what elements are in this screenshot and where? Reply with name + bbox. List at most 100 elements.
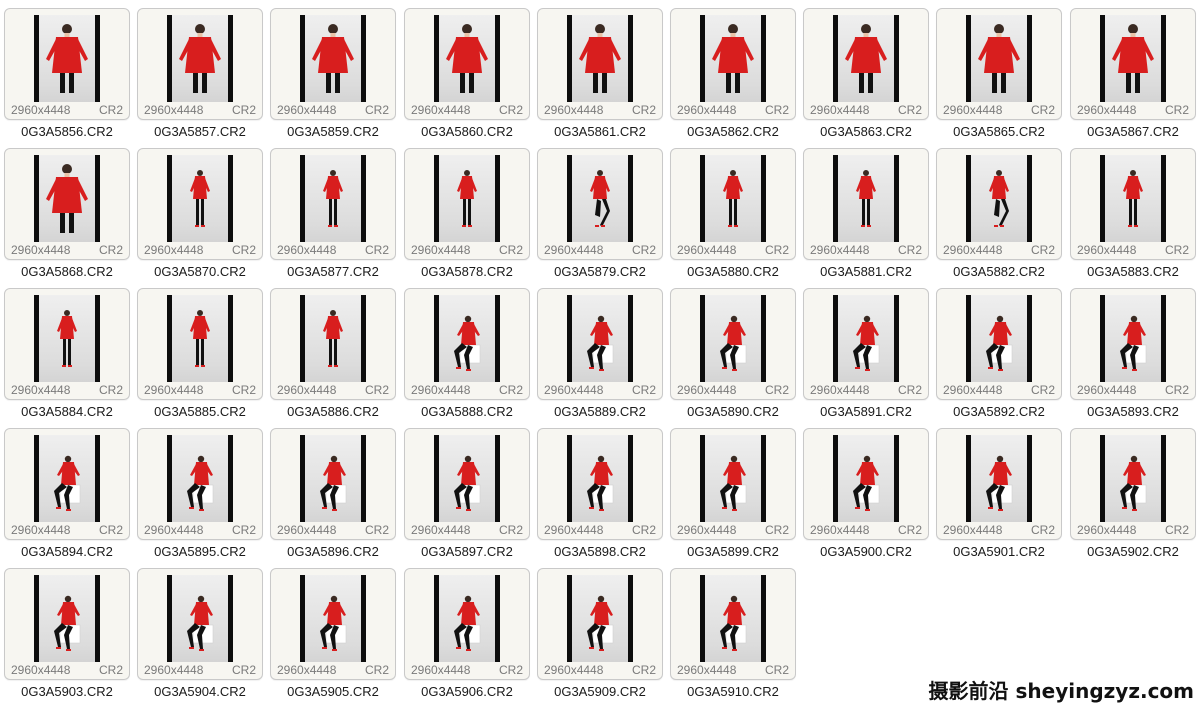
file-item[interactable]: 2960x4448 CR2 0G3A5885.CR2: [137, 288, 263, 428]
thumbnail-card[interactable]: 2960x4448 CR2: [803, 428, 929, 540]
file-item[interactable]: 2960x4448 CR2 0G3A5880.CR2: [670, 148, 796, 288]
thumbnail-card[interactable]: 2960x4448 CR2: [936, 428, 1062, 540]
thumbnail-card[interactable]: 2960x4448 CR2: [670, 148, 796, 260]
file-item[interactable]: 2960x4448 CR2 0G3A5899.CR2: [670, 428, 796, 568]
file-item[interactable]: 2960x4448 CR2 0G3A5863.CR2: [803, 8, 929, 148]
thumbnail-card[interactable]: 2960x4448 CR2: [1070, 8, 1196, 120]
thumbnail-card[interactable]: 2960x4448 CR2: [670, 8, 796, 120]
file-item[interactable]: 2960x4448 CR2 0G3A5870.CR2: [137, 148, 263, 288]
file-item[interactable]: 2960x4448 CR2 0G3A5904.CR2: [137, 568, 263, 708]
file-name[interactable]: 0G3A5857.CR2: [137, 124, 263, 139]
file-item[interactable]: 2960x4448 CR2 0G3A5891.CR2: [803, 288, 929, 428]
file-name[interactable]: 0G3A5877.CR2: [270, 264, 396, 279]
file-item[interactable]: 2960x4448 CR2 0G3A5892.CR2: [936, 288, 1062, 428]
thumbnail-card[interactable]: 2960x4448 CR2: [4, 568, 130, 680]
thumbnail-card[interactable]: 2960x4448 CR2: [137, 8, 263, 120]
thumbnail-card[interactable]: 2960x4448 CR2: [670, 428, 796, 540]
file-name[interactable]: 0G3A5862.CR2: [670, 124, 796, 139]
thumbnail-card[interactable]: 2960x4448 CR2: [404, 568, 530, 680]
thumbnail-card[interactable]: 2960x4448 CR2: [137, 568, 263, 680]
thumbnail-card[interactable]: 2960x4448 CR2: [537, 8, 663, 120]
file-name[interactable]: 0G3A5860.CR2: [404, 124, 530, 139]
file-name[interactable]: 0G3A5881.CR2: [803, 264, 929, 279]
file-item[interactable]: 2960x4448 CR2 0G3A5895.CR2: [137, 428, 263, 568]
thumbnail-card[interactable]: 2960x4448 CR2: [537, 568, 663, 680]
file-item[interactable]: 2960x4448 CR2 0G3A5884.CR2: [4, 288, 130, 428]
file-name[interactable]: 0G3A5910.CR2: [670, 684, 796, 699]
file-item[interactable]: 2960x4448 CR2 0G3A5859.CR2: [270, 8, 396, 148]
file-name[interactable]: 0G3A5859.CR2: [270, 124, 396, 139]
file-name[interactable]: 0G3A5898.CR2: [537, 544, 663, 559]
file-item[interactable]: 2960x4448 CR2 0G3A5896.CR2: [270, 428, 396, 568]
file-name[interactable]: 0G3A5895.CR2: [137, 544, 263, 559]
thumbnail-card[interactable]: 2960x4448 CR2: [404, 428, 530, 540]
file-item[interactable]: 2960x4448 CR2 0G3A5868.CR2: [4, 148, 130, 288]
file-item[interactable]: 2960x4448 CR2 0G3A5857.CR2: [137, 8, 263, 148]
thumbnail-card[interactable]: 2960x4448 CR2: [4, 428, 130, 540]
file-item[interactable]: 2960x4448 CR2 0G3A5900.CR2: [803, 428, 929, 568]
thumbnail-card[interactable]: 2960x4448 CR2: [803, 148, 929, 260]
file-item[interactable]: 2960x4448 CR2 0G3A5910.CR2: [670, 568, 796, 708]
thumbnail-card[interactable]: 2960x4448 CR2: [270, 148, 396, 260]
file-item[interactable]: 2960x4448 CR2 0G3A5893.CR2: [1070, 288, 1196, 428]
file-name[interactable]: 0G3A5882.CR2: [936, 264, 1062, 279]
file-name[interactable]: 0G3A5891.CR2: [803, 404, 929, 419]
file-name[interactable]: 0G3A5865.CR2: [936, 124, 1062, 139]
file-item[interactable]: 2960x4448 CR2 0G3A5890.CR2: [670, 288, 796, 428]
file-item[interactable]: 2960x4448 CR2 0G3A5881.CR2: [803, 148, 929, 288]
file-item[interactable]: 2960x4448 CR2 0G3A5901.CR2: [936, 428, 1062, 568]
file-item[interactable]: 2960x4448 CR2 0G3A5883.CR2: [1070, 148, 1196, 288]
file-item[interactable]: 2960x4448 CR2 0G3A5861.CR2: [537, 8, 663, 148]
file-item[interactable]: 2960x4448 CR2 0G3A5862.CR2: [670, 8, 796, 148]
file-item[interactable]: 2960x4448 CR2 0G3A5882.CR2: [936, 148, 1062, 288]
thumbnail-card[interactable]: 2960x4448 CR2: [270, 288, 396, 400]
file-item[interactable]: 2960x4448 CR2 0G3A5889.CR2: [537, 288, 663, 428]
file-item[interactable]: 2960x4448 CR2 0G3A5878.CR2: [404, 148, 530, 288]
file-name[interactable]: 0G3A5896.CR2: [270, 544, 396, 559]
file-name[interactable]: 0G3A5886.CR2: [270, 404, 396, 419]
thumbnail-card[interactable]: 2960x4448 CR2: [670, 288, 796, 400]
file-item[interactable]: 2960x4448 CR2 0G3A5894.CR2: [4, 428, 130, 568]
file-name[interactable]: 0G3A5880.CR2: [670, 264, 796, 279]
file-name[interactable]: 0G3A5902.CR2: [1070, 544, 1196, 559]
file-name[interactable]: 0G3A5903.CR2: [4, 684, 130, 699]
file-item[interactable]: 2960x4448 CR2 0G3A5903.CR2: [4, 568, 130, 708]
file-name[interactable]: 0G3A5856.CR2: [4, 124, 130, 139]
file-name[interactable]: 0G3A5870.CR2: [137, 264, 263, 279]
thumbnail-card[interactable]: 2960x4448 CR2: [1070, 428, 1196, 540]
file-name[interactable]: 0G3A5897.CR2: [404, 544, 530, 559]
file-name[interactable]: 0G3A5878.CR2: [404, 264, 530, 279]
thumbnail-card[interactable]: 2960x4448 CR2: [270, 8, 396, 120]
file-name[interactable]: 0G3A5863.CR2: [803, 124, 929, 139]
thumbnail-card[interactable]: 2960x4448 CR2: [137, 148, 263, 260]
file-item[interactable]: 2960x4448 CR2 0G3A5877.CR2: [270, 148, 396, 288]
thumbnail-card[interactable]: 2960x4448 CR2: [404, 288, 530, 400]
thumbnail-card[interactable]: 2960x4448 CR2: [270, 428, 396, 540]
file-name[interactable]: 0G3A5906.CR2: [404, 684, 530, 699]
file-name[interactable]: 0G3A5909.CR2: [537, 684, 663, 699]
thumbnail-card[interactable]: 2960x4448 CR2: [4, 288, 130, 400]
file-item[interactable]: 2960x4448 CR2 0G3A5867.CR2: [1070, 8, 1196, 148]
file-name[interactable]: 0G3A5893.CR2: [1070, 404, 1196, 419]
file-name[interactable]: 0G3A5900.CR2: [803, 544, 929, 559]
thumbnail-card[interactable]: 2960x4448 CR2: [404, 8, 530, 120]
file-item[interactable]: 2960x4448 CR2 0G3A5888.CR2: [404, 288, 530, 428]
file-name[interactable]: 0G3A5889.CR2: [537, 404, 663, 419]
thumbnail-card[interactable]: 2960x4448 CR2: [803, 288, 929, 400]
file-item[interactable]: 2960x4448 CR2 0G3A5860.CR2: [404, 8, 530, 148]
thumbnail-card[interactable]: 2960x4448 CR2: [4, 148, 130, 260]
file-item[interactable]: 2960x4448 CR2 0G3A5898.CR2: [537, 428, 663, 568]
thumbnail-card[interactable]: 2960x4448 CR2: [137, 428, 263, 540]
file-item[interactable]: 2960x4448 CR2 0G3A5909.CR2: [537, 568, 663, 708]
thumbnail-card[interactable]: 2960x4448 CR2: [936, 148, 1062, 260]
thumbnail-card[interactable]: 2960x4448 CR2: [537, 148, 663, 260]
file-item[interactable]: 2960x4448 CR2 0G3A5905.CR2: [270, 568, 396, 708]
file-name[interactable]: 0G3A5888.CR2: [404, 404, 530, 419]
file-name[interactable]: 0G3A5894.CR2: [4, 544, 130, 559]
thumbnail-card[interactable]: 2960x4448 CR2: [4, 8, 130, 120]
thumbnail-card[interactable]: 2960x4448 CR2: [137, 288, 263, 400]
thumbnail-card[interactable]: 2960x4448 CR2: [404, 148, 530, 260]
file-name[interactable]: 0G3A5885.CR2: [137, 404, 263, 419]
file-name[interactable]: 0G3A5899.CR2: [670, 544, 796, 559]
file-item[interactable]: 2960x4448 CR2 0G3A5902.CR2: [1070, 428, 1196, 568]
